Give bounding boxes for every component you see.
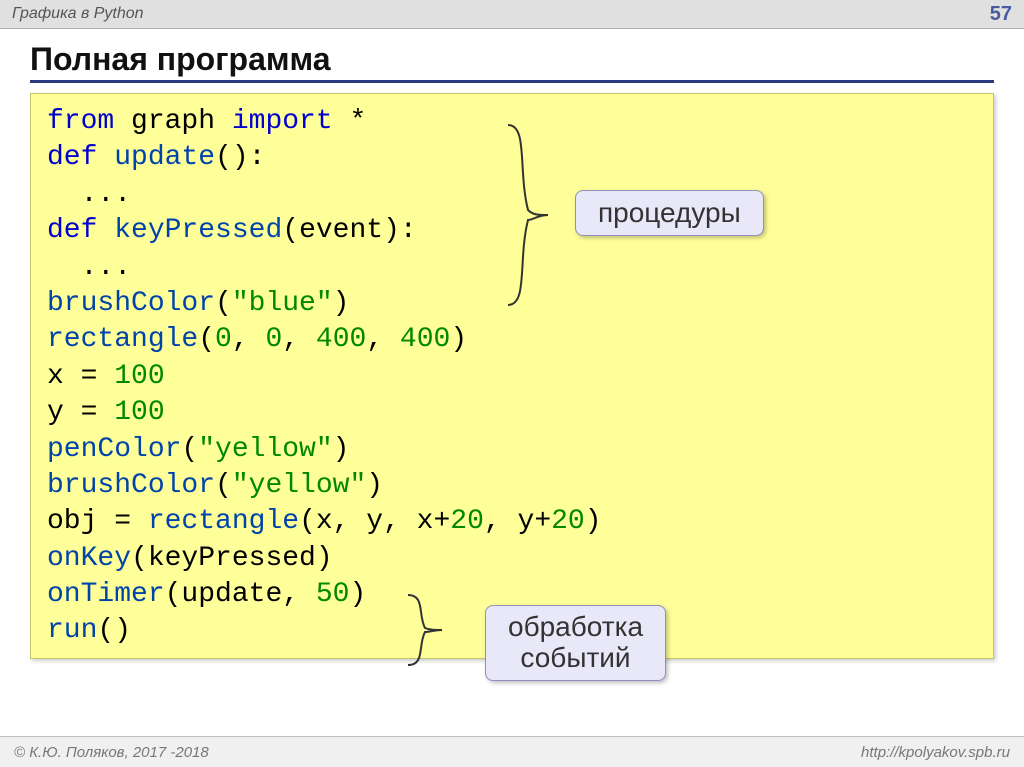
callout-procedures: процедуры [575, 190, 764, 236]
callout-events: обработка событий [485, 605, 666, 681]
footer-url: http://kpolyakov.spb.ru [861, 744, 1010, 761]
callout-events-line2: событий [520, 642, 630, 673]
callout-procedures-label: процедуры [598, 197, 741, 228]
footer: © К.Ю. Поляков, 2017 -2018 http://kpolya… [0, 736, 1024, 767]
footer-copyright: © К.Ю. Поляков, 2017 -2018 [14, 744, 209, 761]
callout-events-line1: обработка [508, 611, 643, 642]
slide-title: Полная программа [30, 41, 994, 83]
brace-events-icon [400, 590, 450, 670]
header-title: Графика в Python [12, 5, 144, 23]
brace-procedures-icon [498, 120, 558, 310]
header: Графика в Python 57 [0, 0, 1024, 29]
page-number: 57 [990, 3, 1012, 26]
